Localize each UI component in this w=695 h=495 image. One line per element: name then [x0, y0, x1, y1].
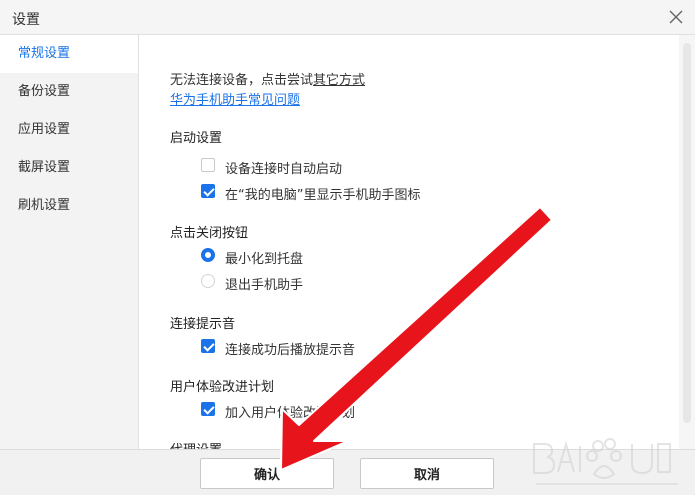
connection-hint-text: 无法连接设备，点击尝试 [170, 73, 314, 88]
scrollbar[interactable] [679, 35, 695, 449]
auto-start-checkbox[interactable] [201, 158, 215, 172]
auto-start-label: 设备连接时自动启动 [225, 162, 343, 177]
sidebar-item-screenshot[interactable]: 截屏设置 [0, 149, 138, 187]
sidebar-item-backup[interactable]: 备份设置 [0, 73, 138, 111]
show-icon-checkbox[interactable] [201, 184, 215, 198]
play-sound-label: 连接成功后播放提示音 [225, 343, 356, 358]
show-icon-label: 在“我的电脑”里显示手机助手图标 [225, 188, 421, 203]
minimize-label: 最小化到托盘 [225, 252, 304, 267]
baidu-watermark-icon [533, 438, 678, 485]
minimize-radio[interactable] [201, 248, 215, 262]
ux-join-checkbox[interactable] [201, 402, 215, 416]
window-title: 设置 [12, 12, 40, 28]
connection-hint: 无法连接设备，点击尝试其它方式 [170, 69, 365, 88]
exit-label: 退出手机助手 [225, 278, 304, 293]
proxy-heading: 代理设置 [170, 439, 222, 449]
scrollbar-thumb[interactable] [683, 43, 691, 423]
ux-heading: 用户体验改进计划 [170, 380, 275, 395]
settings-content: 无法连接设备，点击尝试其它方式 华为手机助手常见问题 启动设置 设备连接时自动启… [139, 35, 679, 449]
sound-heading: 连接提示音 [170, 317, 236, 332]
startup-heading: 启动设置 [170, 131, 223, 146]
faq-link[interactable]: 华为手机助手常见问题 [170, 89, 300, 108]
close-action-heading: 点击关闭按钮 [170, 226, 249, 241]
other-methods-link[interactable]: 其它方式 [313, 73, 365, 88]
cancel-button[interactable]: 取消 [360, 458, 494, 489]
confirm-button[interactable]: 确认 [200, 458, 334, 489]
exit-radio[interactable] [201, 274, 215, 288]
sidebar-item-general[interactable]: 常规设置 [0, 35, 138, 73]
play-sound-checkbox[interactable] [201, 339, 215, 353]
sidebar-item-flash[interactable]: 刷机设置 [0, 187, 138, 225]
settings-sidebar: 常规设置 备份设置 应用设置 截屏设置 刷机设置 [0, 35, 139, 449]
close-icon[interactable] [665, 6, 687, 28]
sidebar-item-apps[interactable]: 应用设置 [0, 111, 138, 149]
ux-join-label: 加入用户体验改进计划 [225, 406, 356, 421]
title-bar: 设置 [0, 0, 695, 35]
